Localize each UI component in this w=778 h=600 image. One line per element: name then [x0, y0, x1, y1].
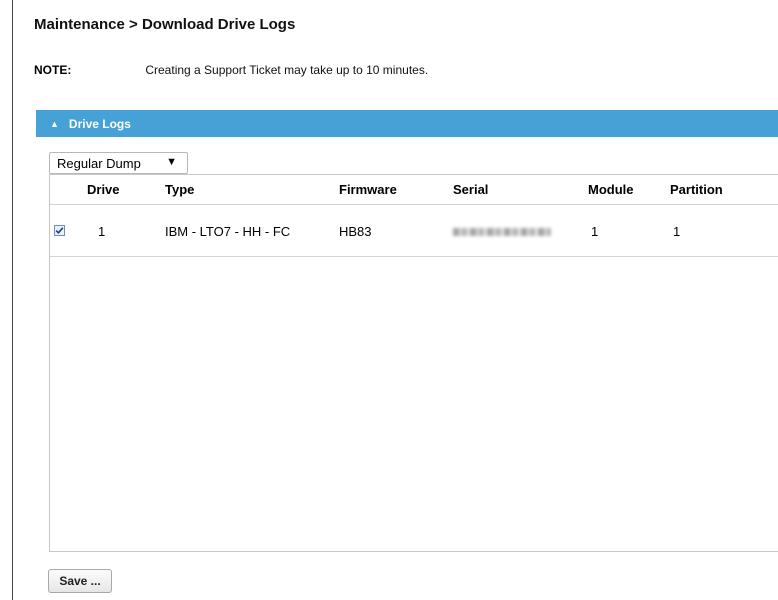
checkmark-icon [55, 227, 64, 234]
dump-type-value: Regular Dump [57, 155, 141, 171]
column-header-type[interactable]: Type [165, 182, 194, 197]
drive-logs-table: Drive Type Firmware Serial Module Partit… [49, 174, 778, 552]
note-label: NOTE: [34, 63, 72, 77]
cell-module: 1 [591, 224, 599, 239]
table-header: Drive Type Firmware Serial Module Partit… [50, 175, 778, 205]
table-row[interactable]: 1 IBM - LTO7 - HH - FC HB83 1 1 [50, 205, 778, 257]
cell-type: IBM - LTO7 - HH - FC [165, 224, 291, 239]
cell-firmware: HB83 [339, 224, 372, 239]
row-select-checkbox[interactable] [54, 225, 65, 236]
column-header-partition[interactable]: Partition [670, 182, 723, 197]
column-header-drive[interactable]: Drive [87, 182, 120, 197]
cell-drive: 1 [98, 224, 106, 239]
serial-redaction [453, 228, 551, 236]
save-button[interactable]: Save ... [48, 569, 112, 593]
cell-partition: 1 [673, 224, 681, 239]
section-title: Drive Logs [68, 116, 131, 131]
dump-type-select[interactable]: Regular Dump ▼ [49, 152, 188, 174]
drive-logs-section-header[interactable]: ▲ Drive Logs [36, 110, 778, 137]
note: NOTE: Creating a Support Ticket may take… [34, 63, 428, 77]
column-header-firmware[interactable]: Firmware [339, 182, 397, 197]
page-title: Maintenance > Download Drive Logs [34, 16, 296, 33]
dropdown-arrow-icon[interactable]: ▼ [166, 156, 177, 168]
collapse-triangle-icon[interactable]: ▲ [50, 119, 59, 129]
column-header-serial[interactable]: Serial [453, 182, 488, 197]
note-text: Creating a Support Ticket may take up to… [145, 63, 429, 77]
column-header-module[interactable]: Module [588, 182, 634, 197]
